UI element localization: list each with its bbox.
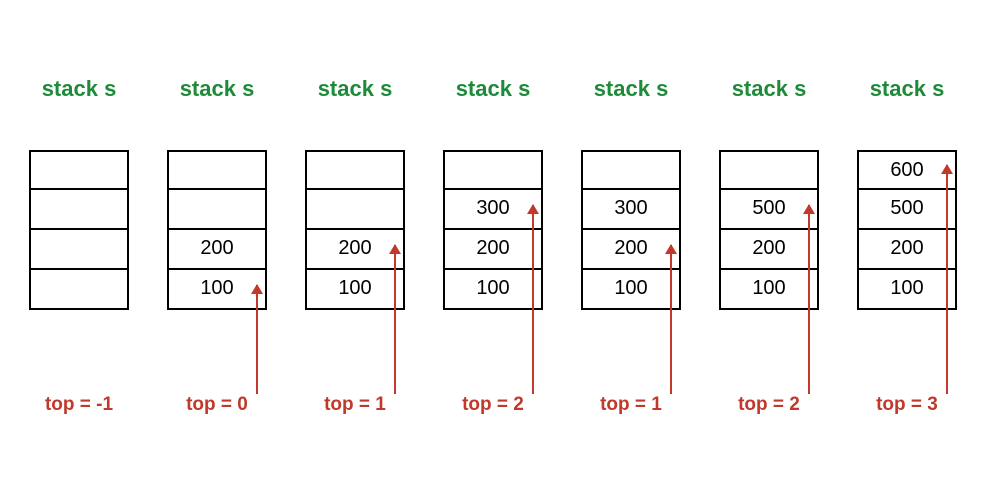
top-pointer-arrow [808,205,810,394]
stack-box [29,150,129,310]
stack-cell: 100 [581,270,681,310]
stack-cell: 100 [443,270,543,310]
stack-cell [443,150,543,190]
stack-cell [29,150,129,190]
top-caption: top = -1 [19,394,139,416]
stack-box: 300200100 [443,150,543,310]
stack-title: stack s [438,76,548,102]
stack-cell: 200 [443,230,543,270]
top-pointer-arrow [670,245,672,394]
stack-cell [29,270,129,310]
top-caption: top = 2 [709,394,829,416]
stack-title: stack s [300,76,410,102]
stack-cell: 200 [857,230,957,270]
stack-cell [29,230,129,270]
stack-cell: 200 [167,230,267,270]
stack-title: stack s [576,76,686,102]
stack-cell [305,150,405,190]
stack-cell: 100 [857,270,957,310]
stack-box: 600500200100 [857,150,957,310]
stack-title: stack s [714,76,824,102]
top-pointer-arrow [256,285,258,394]
stack-cell [305,190,405,230]
stack-cell: 200 [719,230,819,270]
top-pointer-arrow [946,165,948,394]
stack-title: stack s [852,76,962,102]
stack-cell: 100 [719,270,819,310]
stack-cell: 100 [305,270,405,310]
stack-cell: 300 [581,190,681,230]
stack-title: stack s [24,76,134,102]
stack-title: stack s [162,76,272,102]
top-caption: top = 1 [295,394,415,416]
top-caption: top = 2 [433,394,553,416]
stack-cell [29,190,129,230]
stack-cell [167,150,267,190]
stack-cell: 500 [857,190,957,230]
top-pointer-arrow [394,245,396,394]
top-caption: top = 0 [157,394,277,416]
stack-box: 500200100 [719,150,819,310]
stack-cell [719,150,819,190]
top-caption: top = 3 [847,394,967,416]
top-caption: top = 1 [571,394,691,416]
stack-cell [581,150,681,190]
top-pointer-arrow [532,205,534,394]
stack-box: 300200100 [581,150,681,310]
stack-diagram-canvas: stack stop = -1stack s200100top = 0stack… [0,0,1000,500]
stack-cell [167,190,267,230]
stack-box: 200100 [305,150,405,310]
